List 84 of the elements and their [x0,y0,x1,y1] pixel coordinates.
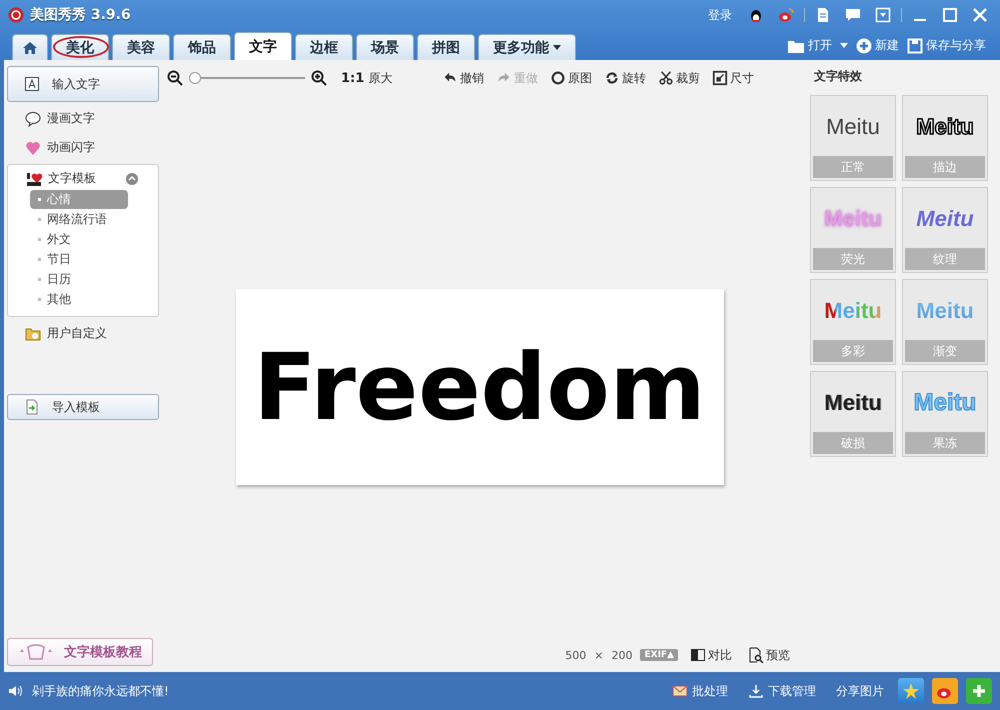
tab[interactable]: 场景 [356,34,414,60]
heart-icon [26,170,42,186]
template-category[interactable]: 节日 [30,250,128,269]
zoom-out-icon[interactable] [167,70,183,86]
canvas-text[interactable]: Freedom [253,334,706,440]
toolbar-button[interactable]: 裁剪 [654,70,704,86]
template-category[interactable]: 外文 [30,230,128,249]
times-sign: × [594,648,604,662]
zoom-slider[interactable] [189,72,305,84]
circle-icon [550,70,566,86]
open-button[interactable]: 打开 [787,37,832,54]
penguin-icon[interactable] [748,7,764,23]
maximize-icon[interactable] [942,7,958,23]
sidebar-item[interactable]: 动画闪字 [7,135,159,160]
heart-icon [25,140,41,156]
tutorial-button[interactable]: 文字模板教程 [7,638,153,666]
home-icon [22,40,38,56]
template-category[interactable]: 网络流行语 [30,210,128,229]
status-message[interactable]: 剁手族的痛你永远都不懂! [32,682,169,700]
app-logo-icon [8,7,24,23]
folder-icon [25,326,41,342]
window-title: 美图秀秀 3.9.6 [30,6,131,24]
document-arrow-icon [24,399,40,415]
download-icon [748,683,764,699]
login-link[interactable]: 登录 [708,6,732,24]
star-icon [902,682,920,700]
preview-button[interactable]: 预览 [744,646,794,664]
chat-icon[interactable] [845,7,861,23]
add-button[interactable] [966,678,992,704]
close-icon[interactable] [972,7,988,23]
sidebar-item[interactable]: 用户自定义 [7,321,159,346]
caret-icon [553,44,561,50]
effect-tile[interactable]: Meitu 正常 [810,95,896,181]
tab[interactable]: 拼图 [417,34,475,60]
home-tab[interactable] [12,34,48,60]
speaker-icon[interactable] [8,683,24,699]
effect-tile[interactable]: Meitu 纹理 [902,187,988,273]
toolbar-button[interactable]: 撤销 [438,70,488,86]
status-action[interactable]: 批处理 [666,682,734,700]
plus-icon [971,683,987,699]
document-icon[interactable] [815,7,831,23]
toolbar-button[interactable]: 尺寸 [708,70,758,86]
plus-icon [856,38,872,54]
status-action[interactable]: 下载管理 [742,682,822,700]
split-square-icon [690,647,706,663]
weibo-icon[interactable] [778,7,794,23]
collapse-icon[interactable] [124,170,140,186]
toolbar-button[interactable]: 原图 [546,70,596,86]
tab[interactable]: 边框 [295,34,353,60]
actual-size-icon[interactable]: 1:1 [341,70,364,86]
image-height: 200 [611,648,632,662]
save-share-button[interactable]: 保存与分享 [907,37,986,54]
tab[interactable]: 文字 [234,32,292,60]
effect-tile[interactable]: Meitu 破损 [810,371,896,457]
envelope-icon [672,683,688,699]
toolbar-button[interactable]: 旋转 [600,70,650,86]
import-template-button[interactable]: 导入模板 [7,394,159,420]
tab[interactable]: 更多功能 [478,34,576,60]
template-category[interactable]: 其他 [30,290,128,309]
image-width: 500 [565,648,586,662]
group-label[interactable]: 文字模板 [48,170,118,187]
new-button[interactable]: 新建 [856,37,899,54]
panel-title: 文字特效 [814,68,863,85]
magnifier-document-icon [748,647,764,663]
template-category[interactable]: 日历 [30,270,128,289]
input-text-button[interactable]: 输入文字 [7,66,159,102]
weibo-button[interactable] [932,678,958,704]
rotate-icon [604,70,620,86]
compare-button[interactable]: 对比 [686,646,736,664]
sidebar-item[interactable]: 漫画文字 [7,106,159,131]
actual-size-label[interactable]: 原大 [368,70,392,86]
status-action[interactable]: 分享图片 [830,682,890,700]
text-canvas[interactable]: Freedom [236,289,724,485]
tab[interactable]: 饰品 [173,34,231,60]
resize-icon [712,70,728,86]
zoom-in-icon[interactable] [311,70,327,86]
star-app-button[interactable] [898,678,924,704]
effect-tile[interactable]: Meitu 描边 [902,95,988,181]
scissors-icon [658,70,674,86]
tab[interactable]: 美化 [51,34,109,60]
tab[interactable]: 美容 [112,34,170,60]
speech-bubble-icon [25,110,41,126]
text-box-icon [24,76,40,92]
dropdown-caret-icon[interactable] [840,42,848,48]
